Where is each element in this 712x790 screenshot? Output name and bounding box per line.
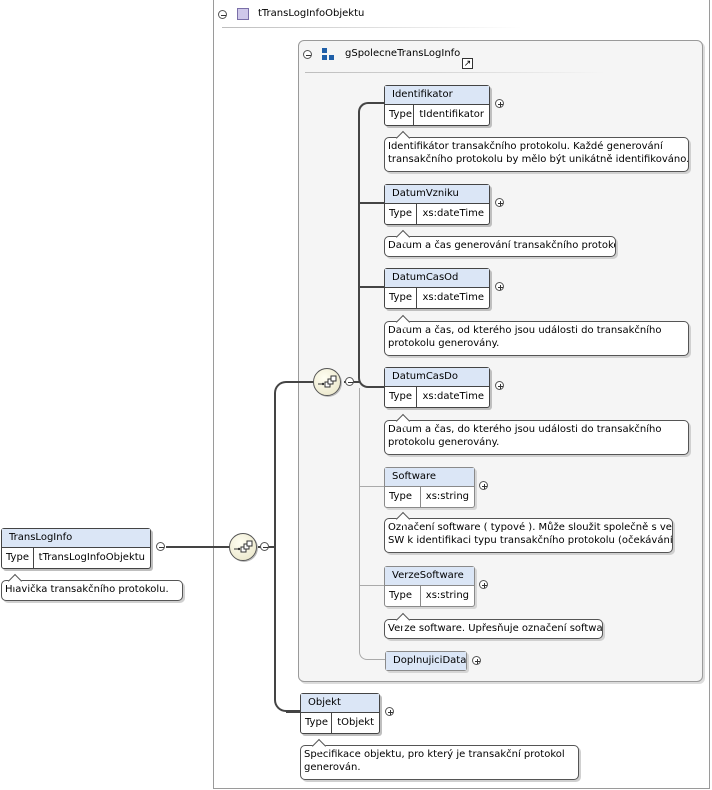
element-datumcasod[interactable]: DatumCasOd Type xs:dateTime [384,268,490,309]
connector-software [359,486,385,487]
doc-software: Označení software ( typové ). Může slouž… [384,518,673,553]
type-value: xs:string [425,590,469,601]
connector-datumvzniku [358,202,385,204]
doc-line: protokolu generovány. [388,437,500,448]
complex-type-title-rule [222,27,522,28]
element-datumcasdo[interactable]: DatumCasDo Type xs:dateTime [384,367,490,408]
expand-objekt-toggle[interactable] [385,707,394,716]
type-value: xs:string [425,491,469,502]
doc-text: Hlavička transakčního protokolu. [5,584,169,595]
type-label: Type [385,105,415,125]
element-software[interactable]: Software Type xs:string [384,467,475,508]
element-name: DatumCasDo [385,368,489,386]
doc-line: generován. [304,762,361,773]
element-translog-info[interactable]: TransLogInfo Type tTransLogInfoObjektu [1,528,151,569]
connector-required-bracket [358,102,384,388]
connector-doplnujicidata [359,644,385,660]
type-label: Type [385,487,421,507]
type-value: xs:dateTime [422,292,484,303]
doc-line: Datum a čas, od kterého jsou události do… [388,325,662,336]
group-icon [322,48,336,62]
expand-datumvzniku-toggle[interactable] [495,198,504,207]
collapse-main-sequence-toggle[interactable] [260,542,269,551]
element-name: Software [385,468,474,486]
collapse-group-toggle[interactable] [303,50,312,59]
doc-verzesoftware: Verze software. Upřesňuje označení softw… [384,619,603,639]
element-name: TransLogInfo [2,529,150,547]
element-objekt[interactable]: Objekt Type tObjekt [300,693,380,734]
doc-line: transakčního protokolu by mělo být uniká… [388,154,689,165]
doc-identifikator: Identifikátor transakčního protokolu. Ka… [384,137,689,172]
type-value: tObjekt [337,717,374,728]
element-type-row: Type xs:string [385,585,474,606]
doc-translog-info: Hlavička transakčního protokolu. [1,580,183,601]
doc-line: Datum a čas generování transakčního prot… [388,240,616,251]
group-title: gSpolecneTransLogInfo [345,48,461,59]
element-name: Objekt [301,694,379,712]
type-label: Type [301,713,333,733]
sequence-compositor-icon[interactable] [313,368,341,396]
element-type-row: Type xs:dateTime [385,386,489,407]
element-name: DatumVzniku [385,185,489,203]
type-value: tTransLogInfoObjektu [38,552,145,563]
collapse-complex-type-toggle[interactable] [218,10,227,19]
element-name: DoplnujiciData [386,652,466,670]
type-value: xs:dateTime [422,208,484,219]
doc-line: protokolu generovány. [388,338,500,349]
connector-datumcasod [358,286,385,288]
element-name: VerzeSoftware [385,567,474,585]
doc-line: Verze software. Upřesňuje označení softw… [388,623,603,634]
element-type-row: Type xs:string [385,486,474,507]
doc-objekt: Specifikace objektu, pro který je transa… [300,745,579,780]
expand-doplnujicidata-toggle[interactable] [472,656,481,665]
expand-identifikator-toggle[interactable] [495,99,504,108]
collapse-inner-sequence-toggle[interactable] [345,377,354,386]
doc-line: SW k identifikaci typu transakčního prot… [388,535,673,546]
element-name: Identifikator [385,86,489,104]
doc-datumcasod: Datum a čas, od kterého jsou události do… [384,321,689,356]
element-name: DatumCasOd [385,269,489,287]
element-type-row: Type xs:dateTime [385,203,489,224]
type-value: xs:dateTime [422,391,484,402]
collapse-root-toggle[interactable] [156,542,165,551]
element-identifikator[interactable]: Identifikator Type tIdentifikator [384,85,490,126]
complex-type-icon [237,8,249,20]
element-type-row: Type tObjekt [301,712,379,733]
type-label: Type [385,387,418,407]
element-datumvzniku[interactable]: DatumVzniku Type xs:dateTime [384,184,490,225]
type-value: tIdentifikator [419,109,484,120]
element-type-row: Type tTransLogInfoObjektu [2,547,150,568]
type-label: Type [385,204,418,224]
doc-datumvzniku: Datum a čas generování transakčního prot… [384,236,616,257]
doc-line: Identifikátor transakčního protokolu. Ka… [388,141,663,152]
connector-root-sequence [166,546,230,548]
sequence-compositor-icon[interactable] [229,533,257,561]
group-link-arrow-icon[interactable]: ↗ [462,58,473,69]
connector-objekt [286,711,300,713]
doc-line: Označení software ( typové ). Může slouž… [388,522,673,533]
expand-verzesoftware-toggle[interactable] [479,580,488,589]
type-label: Type [385,288,418,308]
doc-line: Datum a čas, do kterého jsou události do… [388,424,662,435]
connector-optional-vertical [359,388,360,652]
doc-line: Specifikace objektu, pro který je transa… [304,749,565,760]
element-doplnujicidata[interactable]: DoplnujiciData [385,651,467,671]
expand-software-toggle[interactable] [479,481,488,490]
expand-datumcasdo-toggle[interactable] [495,381,504,390]
element-type-row: Type tIdentifikator [385,104,489,125]
connector-verzesoftware [359,585,385,586]
expand-datumcasod-toggle[interactable] [495,282,504,291]
element-type-row: Type xs:dateTime [385,287,489,308]
type-label: Type [385,586,421,606]
complex-type-title: tTransLogInfoObjektu [258,8,365,19]
group-title-rule [305,72,605,73]
connector-main-sequence-bracket [274,381,314,712]
doc-datumcasdo: Datum a čas, do kterého jsou události do… [384,420,689,455]
type-label: Type [2,548,34,568]
element-verzesoftware[interactable]: VerzeSoftware Type xs:string [384,566,475,607]
